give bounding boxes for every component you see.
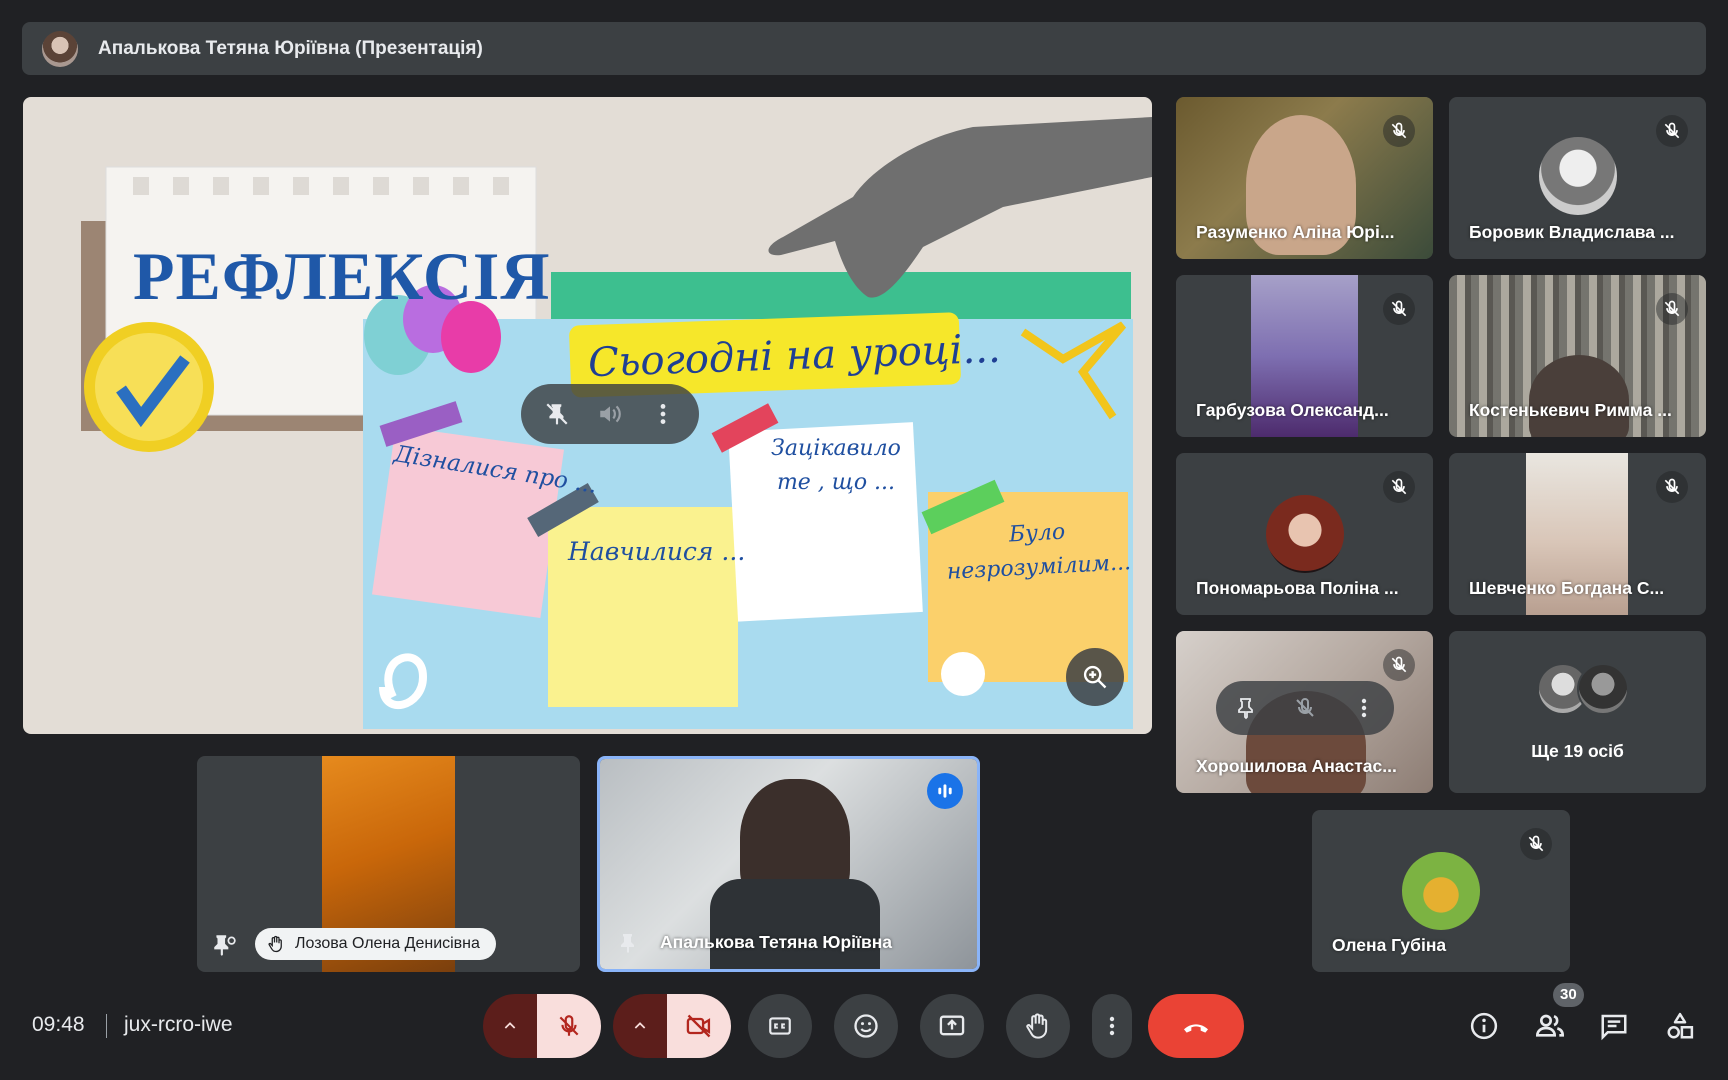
mic-off-icon [1520, 828, 1552, 860]
participant-tile-harbuzova[interactable]: Гарбузова Олександ... [1176, 275, 1433, 437]
participant-name: Шевченко Богдана С... [1469, 578, 1665, 598]
note-unclear: Було незрозумілим... [946, 519, 1132, 585]
clock: 09:48 [32, 1013, 85, 1036]
mic-off-icon [1383, 649, 1415, 681]
chevron-up-icon [634, 1022, 646, 1029]
participant-tile-ponomarova[interactable]: Пономарьова Поліна ... [1176, 453, 1433, 615]
people-count-badge: 30 [1553, 983, 1584, 1007]
chevron-up-icon [504, 1022, 516, 1029]
raise-hand-icon [1026, 1013, 1048, 1039]
captions-button[interactable] [748, 994, 812, 1058]
participant-tile-lozova[interactable]: Лозова Олена Денисівна [197, 756, 580, 972]
participant-name: Разуменко Аліна Юрі... [1196, 222, 1395, 242]
participant-name: Гарбузова Олександ... [1196, 400, 1389, 420]
note-learned-to: Навчилися ... [568, 537, 746, 566]
participant-name: Костенькевич Римма ... [1469, 400, 1672, 420]
pinned-icon[interactable] [616, 931, 640, 955]
info-icon [1470, 1012, 1498, 1040]
participant-tile-kostenkevych[interactable]: Костенькевич Римма ... [1449, 275, 1706, 437]
meeting-details-button[interactable] [1466, 1008, 1502, 1044]
participant-name: Апалькова Тетяна Юріївна [660, 932, 893, 952]
note-interested: Зацікавило те , що ... [771, 436, 901, 495]
participant-tile-razumenko[interactable]: Разуменко Аліна Юрі... [1176, 97, 1433, 259]
presentation-slide[interactable]: РЕФЛЕКСІЯ Сьогодні на уроці... Дізналися… [23, 97, 1152, 734]
people-button[interactable] [1532, 1008, 1568, 1044]
mic-off-icon [1656, 471, 1688, 503]
leave-call-button[interactable] [1148, 994, 1244, 1058]
participant-tile-shevchenko[interactable]: Шевченко Богдана С... [1449, 453, 1706, 615]
participant-name: Хорошилова Анастас... [1196, 756, 1397, 776]
mic-off-icon [1656, 293, 1688, 325]
participant-avatar [1538, 137, 1617, 215]
emoji-icon [854, 1014, 878, 1038]
raise-hand-button[interactable] [1006, 994, 1070, 1058]
more-participants-avatars [1537, 663, 1629, 715]
more-participants-tile[interactable]: Ще 19 осіб [1449, 631, 1706, 793]
more-options-icon[interactable] [646, 397, 680, 431]
activities-button[interactable] [1662, 1008, 1698, 1044]
reactions-button[interactable] [834, 994, 898, 1058]
present-screen-icon [939, 1015, 965, 1036]
presenter-avatar [42, 30, 78, 67]
participant-tile-khoroshylova[interactable]: Хорошилова Анастас... [1176, 631, 1433, 793]
more-vert-icon [1109, 1016, 1115, 1036]
mic-toggle-button[interactable] [537, 994, 601, 1058]
participant-name: Пономарьова Поліна ... [1196, 578, 1399, 598]
divider [106, 1014, 107, 1038]
people-icon [1535, 1014, 1565, 1037]
raised-hand-icon [268, 935, 282, 953]
end-call-icon [1184, 1024, 1208, 1033]
volume-icon[interactable] [593, 397, 627, 431]
audio-options-button[interactable] [483, 994, 537, 1058]
chat-button[interactable] [1596, 1008, 1632, 1044]
participant-tile-borovyk[interactable]: Боровик Владислава ... [1449, 97, 1706, 259]
mic-off-icon [559, 1015, 579, 1036]
meeting-code: jux-rcro-iwe [124, 1013, 233, 1036]
mute-participant-icon[interactable] [1293, 696, 1317, 720]
tile-hover-controls [1216, 681, 1394, 735]
mic-off-icon [1383, 293, 1415, 325]
more-options-icon[interactable] [1352, 696, 1376, 720]
activities-icon [1667, 1012, 1694, 1039]
audio-controls [483, 994, 601, 1058]
video-options-button[interactable] [613, 994, 667, 1058]
participant-avatar [1402, 852, 1480, 930]
presenter-bar: Апалькова Тетяна Юріївна (Презентація) [22, 22, 1706, 75]
presenter-title: Апалькова Тетяна Юріївна (Презентація) [98, 37, 483, 59]
slide-heading: РЕФЛЕКСІЯ [133, 238, 551, 314]
pin-icon[interactable] [1234, 696, 1258, 720]
speaking-indicator-icon [927, 773, 963, 809]
zoom-in-icon [1083, 665, 1107, 689]
more-options-button[interactable] [1092, 994, 1132, 1058]
camera-toggle-button[interactable] [667, 994, 731, 1058]
participant-video-figure [1529, 355, 1629, 437]
hand-raised-pill: Лозова Олена Денисівна [255, 928, 496, 960]
unpin-icon[interactable] [540, 397, 574, 431]
camera-off-icon [686, 1014, 711, 1038]
participant-name: Боровик Владислава ... [1469, 222, 1675, 242]
participant-tile-presenter[interactable]: Апалькова Тетяна Юріївна [597, 756, 980, 972]
captions-icon [769, 1017, 791, 1035]
present-button[interactable] [920, 994, 984, 1058]
chat-icon [1601, 1014, 1627, 1041]
participant-video-body [710, 879, 880, 969]
more-participants-label: Ще 19 осіб [1531, 741, 1624, 761]
raised-hand-pin-icon[interactable] [211, 932, 237, 958]
slide-hover-controls [521, 384, 699, 444]
mic-off-icon [1383, 471, 1415, 503]
video-controls [613, 994, 731, 1058]
mic-off-icon [1656, 115, 1688, 147]
participant-name: Олена Губіна [1332, 935, 1447, 955]
participant-avatar [1265, 495, 1344, 573]
zoom-button[interactable] [1066, 648, 1124, 706]
hand-raised-name: Лозова Олена Денисівна [295, 935, 480, 952]
mic-off-icon [1383, 115, 1415, 147]
participant-tile-hubina[interactable]: Олена Губіна [1312, 810, 1570, 972]
